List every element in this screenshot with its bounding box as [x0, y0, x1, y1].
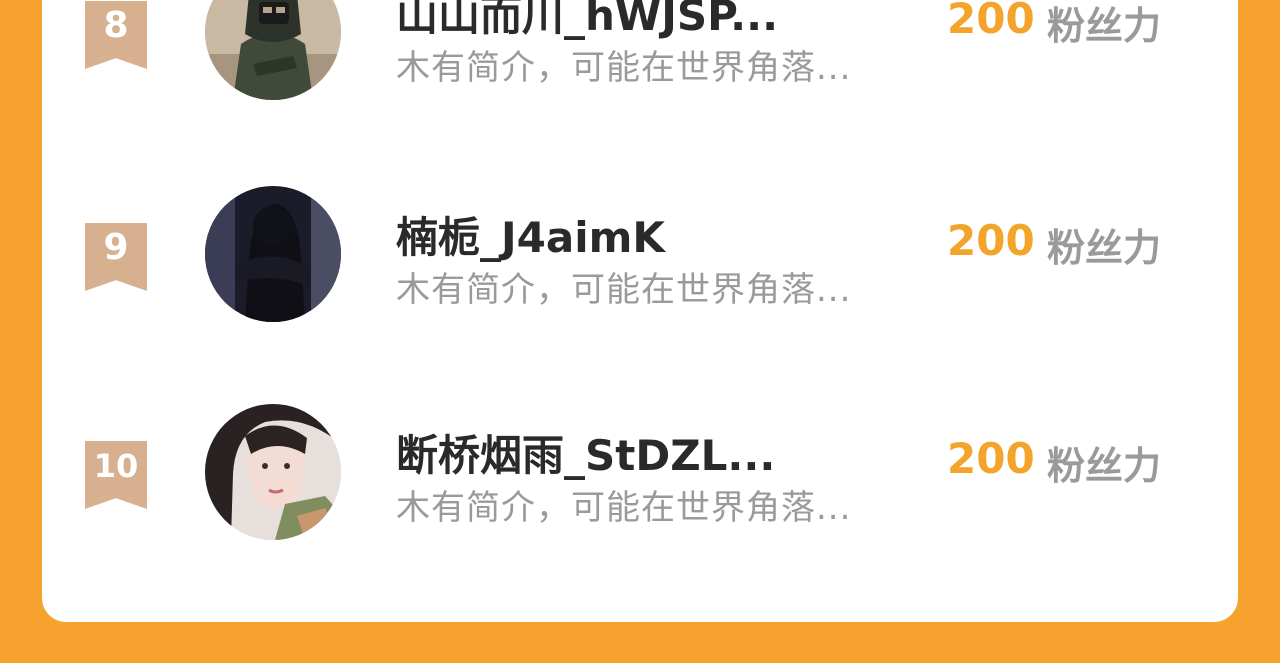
user-bio: 木有简介，可能在世界角落...	[396, 488, 852, 528]
avatar-dark-silhouette-icon	[205, 186, 341, 322]
list-item[interactable]: 8 山山而川_hWJSP... 木有简介，可能在世界角落... 200 粉丝力	[42, 0, 1238, 104]
fan-score-label: 粉丝力	[1047, 444, 1162, 488]
avatar[interactable]	[205, 0, 341, 100]
user-bio: 木有简介，可能在世界角落...	[396, 270, 852, 310]
rank-badge: 9	[85, 223, 147, 291]
user-name[interactable]: 断桥烟雨_StDZL...	[396, 422, 775, 483]
user-name[interactable]: 楠栀_J4aimK	[396, 204, 665, 265]
user-bio: 木有简介，可能在世界角落...	[396, 48, 852, 88]
fan-score-value: 200	[947, 216, 1035, 265]
avatar-girl-portrait-icon	[205, 404, 341, 540]
fan-score-label: 粉丝力	[1047, 4, 1162, 48]
fan-score-label: 粉丝力	[1047, 226, 1162, 270]
fan-score-value: 200	[947, 0, 1035, 43]
fan-score-value: 200	[947, 434, 1035, 483]
list-item[interactable]: 10 断桥烟雨_StDZL... 木有简介，可能在世界角落... 200 粉丝力	[42, 404, 1238, 544]
leaderboard-card: 8 山山而川_hWJSP... 木有简介，可能在世界角落... 200 粉丝力 …	[42, 0, 1238, 622]
rank-badge: 8	[85, 1, 147, 69]
rank-badge: 10	[85, 441, 147, 509]
user-name[interactable]: 山山而川_hWJSP...	[396, 0, 778, 43]
avatar[interactable]	[205, 186, 341, 322]
list-item[interactable]: 9 楠栀_J4aimK 木有简介，可能在世界角落... 200 粉丝力	[42, 186, 1238, 326]
avatar-hooded-figure-icon	[205, 0, 341, 100]
avatar[interactable]	[205, 404, 341, 540]
